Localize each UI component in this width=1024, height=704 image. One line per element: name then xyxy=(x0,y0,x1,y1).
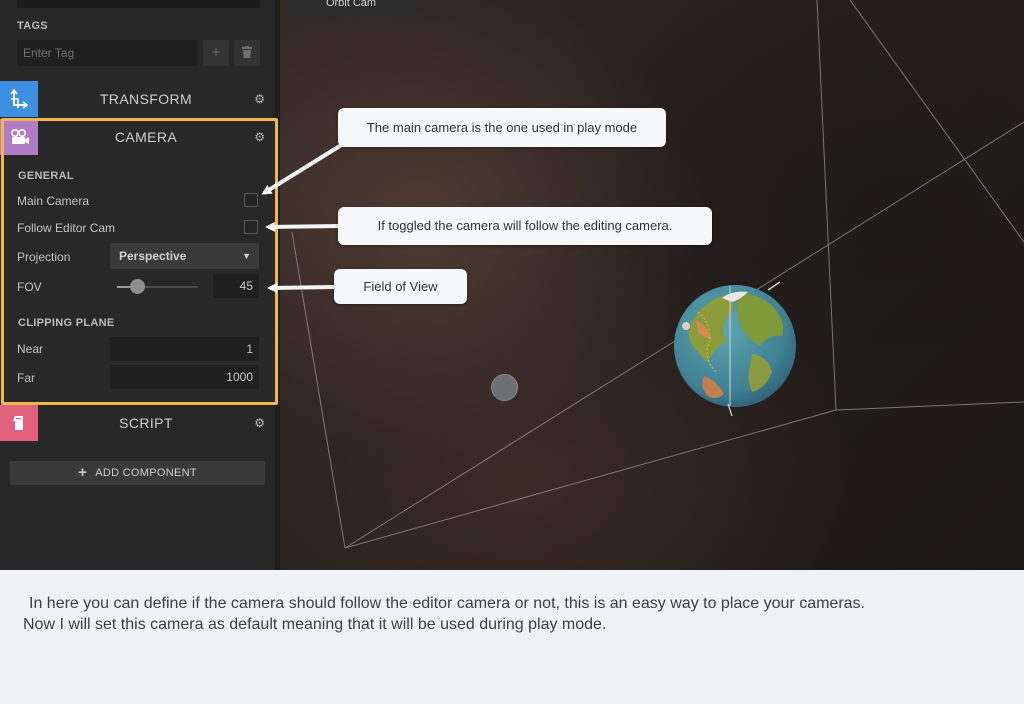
caption-line-2: Now I will set this camera as default me… xyxy=(23,616,607,633)
orbit-cam-label[interactable]: Orbit Cam xyxy=(286,0,416,16)
delete-tag-button[interactable] xyxy=(234,40,260,66)
tags-heading: TAGS xyxy=(17,20,48,32)
gear-icon[interactable]: ⚙ xyxy=(254,81,265,117)
add-component-button[interactable]: + ADD COMPONENT xyxy=(10,461,265,485)
caption-line-1: In here you can define if the camera sho… xyxy=(29,595,865,612)
transform-title: TRANSFORM xyxy=(99,91,193,107)
tutorial-caption: In here you can define if the camera sho… xyxy=(0,570,1024,704)
script-component-header[interactable]: SCRIPT ⚙ xyxy=(0,405,275,441)
script-title: SCRIPT xyxy=(119,415,173,431)
fov-callout: Field of View xyxy=(334,269,467,304)
plus-icon: + xyxy=(211,44,221,61)
tag-input[interactable] xyxy=(17,40,198,66)
transform-axes-icon xyxy=(0,81,38,117)
gear-icon[interactable]: ⚙ xyxy=(254,405,265,441)
trash-icon xyxy=(242,46,252,58)
follow-editor-callout: If toggled the camera will follow the ed… xyxy=(338,207,712,245)
entity-name-field[interactable] xyxy=(17,0,260,8)
add-component-label: ADD COMPONENT xyxy=(95,467,197,479)
main-camera-callout: The main camera is the one used in play … xyxy=(338,108,666,147)
camera-highlight-frame xyxy=(1,118,278,405)
add-tag-button[interactable]: + xyxy=(203,40,229,66)
light-gizmo[interactable] xyxy=(491,374,518,401)
script-icon xyxy=(0,405,38,441)
globe-entity[interactable] xyxy=(668,276,800,416)
transform-component-header[interactable]: TRANSFORM ⚙ xyxy=(0,81,275,117)
plus-icon: + xyxy=(78,464,88,481)
